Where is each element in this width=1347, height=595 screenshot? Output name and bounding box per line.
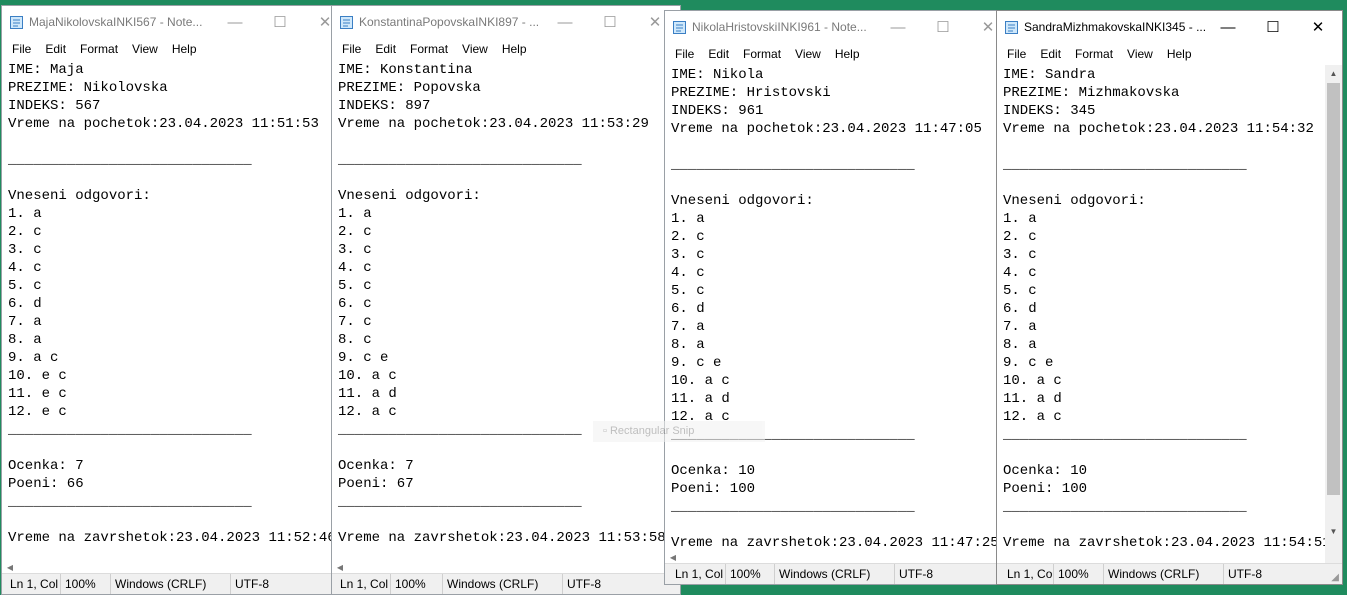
menu-view[interactable]: View <box>1120 43 1160 65</box>
menu-view[interactable]: View <box>788 43 828 65</box>
menu-format[interactable]: Format <box>1068 43 1120 65</box>
scroll-thumb[interactable] <box>1327 83 1340 495</box>
encoding: UTF-8 <box>230 574 269 594</box>
zoom-level: 100% <box>725 564 761 584</box>
menu-help[interactable]: Help <box>495 38 534 60</box>
menu-file[interactable]: File <box>5 38 38 60</box>
menu-help[interactable]: Help <box>165 38 204 60</box>
notepad-window-maja[interactable]: MajaNikolovskaINKI567 - Note... — ☐ ✕ Fi… <box>1 5 335 595</box>
line-ending: Windows (CRLF) <box>110 574 206 594</box>
document-text[interactable]: IME: Maja PREZIME: Nikolovska INDEKS: 56… <box>2 60 334 547</box>
menu-file[interactable]: File <box>335 38 368 60</box>
menu-format[interactable]: Format <box>736 43 788 65</box>
menu-view[interactable]: View <box>455 38 495 60</box>
status-bar: Ln 1, Col 100% Windows (CRLF) UTF-8 <box>332 573 680 594</box>
line-ending: Windows (CRLF) <box>774 564 870 584</box>
encoding: UTF-8 <box>562 574 601 594</box>
window-title: NikolaHristovskiINKI961 - Note... <box>692 20 867 34</box>
line-ending: Windows (CRLF) <box>442 574 538 594</box>
menu-bar: File Edit Format View Help <box>2 38 334 60</box>
minimize-button[interactable]: — <box>875 11 921 43</box>
maximize-button[interactable]: ☐ <box>587 6 633 38</box>
window-title: KonstantinaPopovskaINKI897 - ... <box>359 15 540 29</box>
encoding: UTF-8 <box>1223 564 1262 584</box>
snip-icon: ▫ <box>603 425 610 437</box>
menu-bar: File Edit Format View Help <box>332 38 680 60</box>
close-button[interactable]: ✕ <box>1295 11 1341 43</box>
title-bar[interactable]: MajaNikolovskaINKI567 - Note... — ☐ ✕ <box>2 6 334 38</box>
menu-bar: File Edit Format View Help <box>997 43 1342 65</box>
menu-edit[interactable]: Edit <box>368 38 403 60</box>
notepad-icon <box>1005 21 1018 34</box>
status-bar: Ln 1, Co 100% Windows (CRLF) UTF-8 ◢ <box>997 563 1342 584</box>
status-bar: Ln 1, Col 100% Windows (CRLF) UTF-8 <box>665 563 999 584</box>
notepad-icon <box>10 16 23 29</box>
title-bar[interactable]: SandraMizhmakovskaINKI345 - ... — ☐ ✕ <box>997 11 1342 43</box>
minimize-button[interactable]: — <box>542 6 588 38</box>
vertical-scrollbar[interactable]: ▲ ▼ <box>1325 65 1342 564</box>
resize-grip-icon[interactable]: ◢ <box>1331 572 1339 583</box>
notepad-window-nikola[interactable]: NikolaHristovskiINKI961 - Note... — ☐ ✕ … <box>664 10 1000 585</box>
snip-toast: ▫ Rectangular Snip <box>593 421 765 442</box>
scroll-up-icon[interactable]: ▲ <box>1325 65 1342 82</box>
notepad-icon <box>673 21 686 34</box>
title-bar[interactable]: KonstantinaPopovskaINKI897 - ... — ☐ ✕ <box>332 6 680 38</box>
window-title: SandraMizhmakovskaINKI345 - ... <box>1024 20 1207 34</box>
encoding: UTF-8 <box>894 564 933 584</box>
close-button[interactable]: ✕ <box>965 11 999 43</box>
menu-help[interactable]: Help <box>828 43 867 65</box>
title-bar[interactable]: NikolaHristovskiINKI961 - Note... — ☐ ✕ <box>665 11 999 43</box>
menu-file[interactable]: File <box>668 43 701 65</box>
zoom-level: 100% <box>390 574 426 594</box>
zoom-level: 100% <box>60 574 96 594</box>
scroll-down-icon[interactable]: ▼ <box>1325 523 1342 540</box>
line-ending: Windows (CRLF) <box>1103 564 1199 584</box>
notepad-icon <box>340 16 353 29</box>
menu-view[interactable]: View <box>125 38 165 60</box>
document-text[interactable]: IME: Nikola PREZIME: Hristovski INDEKS: … <box>665 65 999 552</box>
text-editor[interactable]: IME: Konstantina PREZIME: Popovska INDEK… <box>332 60 680 561</box>
maximize-button[interactable]: ☐ <box>920 11 966 43</box>
text-editor[interactable]: IME: Sandra PREZIME: Mizhmakovska INDEKS… <box>997 65 1331 552</box>
cursor-position: Ln 1, Col <box>340 577 389 591</box>
minimize-button[interactable]: — <box>212 6 258 38</box>
menu-help[interactable]: Help <box>1160 43 1199 65</box>
notepad-window-sandra[interactable]: SandraMizhmakovskaINKI345 - ... — ☐ ✕ Fi… <box>996 10 1343 585</box>
snip-label: Rectangular Snip <box>609 425 695 437</box>
document-text[interactable]: IME: Sandra PREZIME: Mizhmakovska INDEKS… <box>997 65 1331 552</box>
cursor-position: Ln 1, Col <box>675 567 724 581</box>
document-text[interactable]: IME: Konstantina PREZIME: Popovska INDEK… <box>332 60 680 547</box>
menu-bar: File Edit Format View Help <box>665 43 999 65</box>
cursor-position: Ln 1, Co <box>1007 567 1053 581</box>
maximize-button[interactable]: ☐ <box>1250 11 1296 43</box>
zoom-level: 100% <box>1053 564 1089 584</box>
status-bar: Ln 1, Col 100% Windows (CRLF) UTF-8 <box>2 573 334 594</box>
minimize-button[interactable]: — <box>1205 11 1251 43</box>
menu-edit[interactable]: Edit <box>1033 43 1068 65</box>
text-editor[interactable]: IME: Maja PREZIME: Nikolovska INDEKS: 56… <box>2 60 334 561</box>
cursor-position: Ln 1, Col <box>10 577 59 591</box>
notepad-window-konstantina[interactable]: KonstantinaPopovskaINKI897 - ... — ☐ ✕ F… <box>331 5 681 595</box>
maximize-button[interactable]: ☐ <box>257 6 303 38</box>
menu-format[interactable]: Format <box>403 38 455 60</box>
menu-file[interactable]: File <box>1000 43 1033 65</box>
menu-edit[interactable]: Edit <box>38 38 73 60</box>
text-editor[interactable]: IME: Nikola PREZIME: Hristovski INDEKS: … <box>665 65 999 551</box>
menu-edit[interactable]: Edit <box>701 43 736 65</box>
window-title: MajaNikolovskaINKI567 - Note... <box>29 15 203 29</box>
menu-format[interactable]: Format <box>73 38 125 60</box>
